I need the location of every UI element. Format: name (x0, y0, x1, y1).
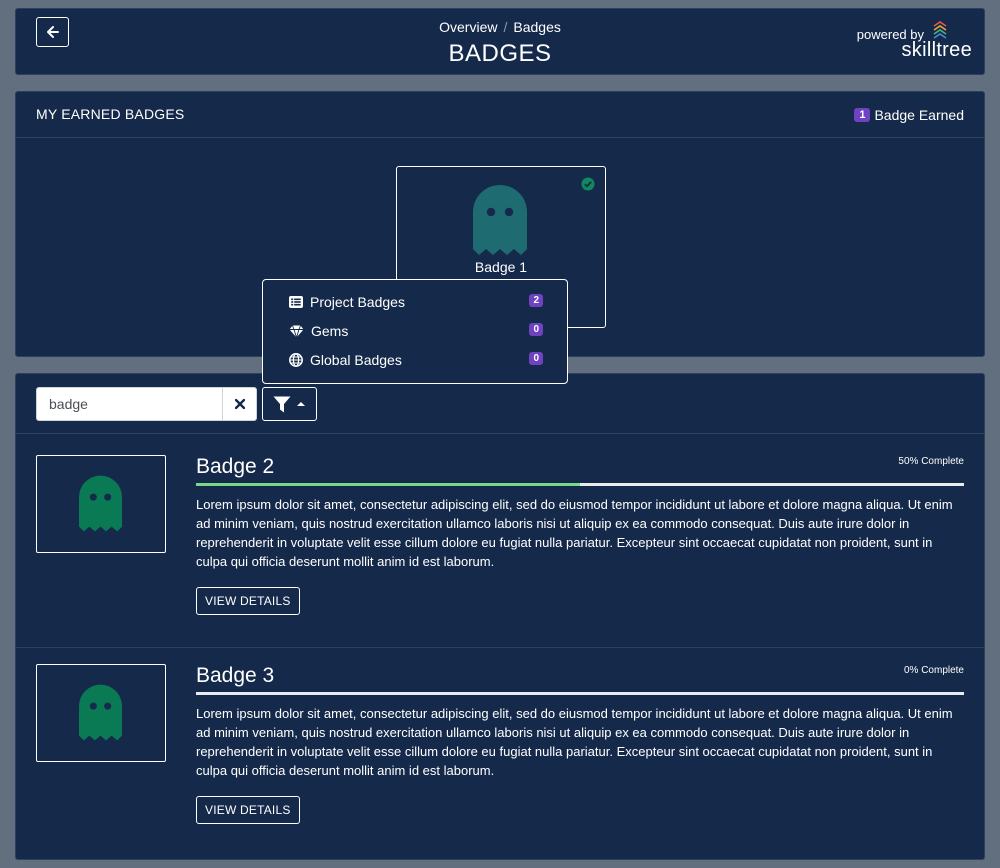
ghost-icon (473, 185, 527, 255)
page-header: Overview / Badges BADGES powered by skillt… (15, 8, 985, 75)
badge-list-card: Badge 2 50% Complete Lorem ipsum dolor s… (15, 373, 985, 860)
badge-progress-bar (196, 692, 964, 695)
filter-item-global-badges[interactable]: Global Badges 0 (289, 350, 543, 370)
filter-item-count: 0 (529, 323, 543, 336)
search-input[interactable] (36, 387, 223, 421)
filter-item-project-badges[interactable]: Project Badges 2 (289, 292, 543, 312)
badge-list-item: Badge 3 0% Complete Lorem ipsum dolor si… (36, 664, 964, 834)
ghost-icon (79, 475, 122, 532)
filter-button[interactable] (262, 387, 317, 421)
filter-icon (273, 396, 291, 412)
filter-item-count: 0 (529, 352, 543, 365)
skilltree-logo-text: skilltree (901, 39, 972, 61)
badge-description: Lorem ipsum dolor sit amet, consectetur … (196, 706, 953, 778)
earned-badges-title: MY EARNED BADGES (36, 106, 185, 122)
badge-title: Badge 2 (196, 455, 275, 478)
earned-count-label: Badge Earned (874, 107, 964, 123)
list-icon (289, 296, 303, 308)
badge-description: Lorem ipsum dolor sit amet, consectetur … (196, 497, 953, 569)
earned-badges-count: 1 Badge Earned (854, 107, 964, 123)
filter-item-gems[interactable]: Gems 0 (289, 321, 543, 341)
earned-badges-header: MY EARNED BADGES 1 Badge Earned (16, 92, 984, 138)
filter-item-count: 2 (529, 294, 543, 307)
view-details-button[interactable]: VIEW DETAILS (196, 796, 300, 824)
times-icon (234, 399, 245, 409)
badge-progress-label: 0% Complete (903, 665, 964, 676)
filter-dropdown-menu: Project Badges 2 Gems 0 Global Badges 0 (262, 279, 568, 384)
gem-icon (289, 324, 304, 338)
breadcrumb: Overview / Badges (16, 19, 984, 35)
badge-progress-label: 50% Complete (898, 456, 964, 467)
earned-badge-name: Badge 1 (474, 259, 528, 275)
badge-title: Badge 3 (196, 664, 275, 687)
caret-up-icon (297, 402, 305, 406)
earned-count-badge: 1 (854, 108, 871, 122)
breadcrumb-overview[interactable]: Overview (439, 19, 497, 35)
badge-thumbnail[interactable] (36, 664, 166, 762)
breadcrumb-badges: Badges (513, 19, 561, 35)
filter-item-label: Global Badges (310, 352, 402, 368)
badge-progress-fill (196, 483, 580, 486)
globe-icon (289, 353, 303, 367)
filter-item-label: Gems (311, 323, 349, 339)
check-circle-icon (581, 177, 595, 191)
breadcrumb-separator: / (503, 19, 508, 35)
badge-thumbnail[interactable] (36, 455, 166, 553)
badge-list-item: Badge 2 50% Complete Lorem ipsum dolor s… (36, 455, 964, 625)
badge-progress-bar (196, 483, 964, 486)
ghost-icon (79, 684, 122, 741)
filter-item-label: Project Badges (310, 294, 405, 310)
clear-search-button[interactable] (222, 387, 257, 421)
page-title: BADGES (448, 40, 552, 67)
view-details-button[interactable]: VIEW DETAILS (196, 587, 300, 615)
row-divider (16, 647, 984, 648)
